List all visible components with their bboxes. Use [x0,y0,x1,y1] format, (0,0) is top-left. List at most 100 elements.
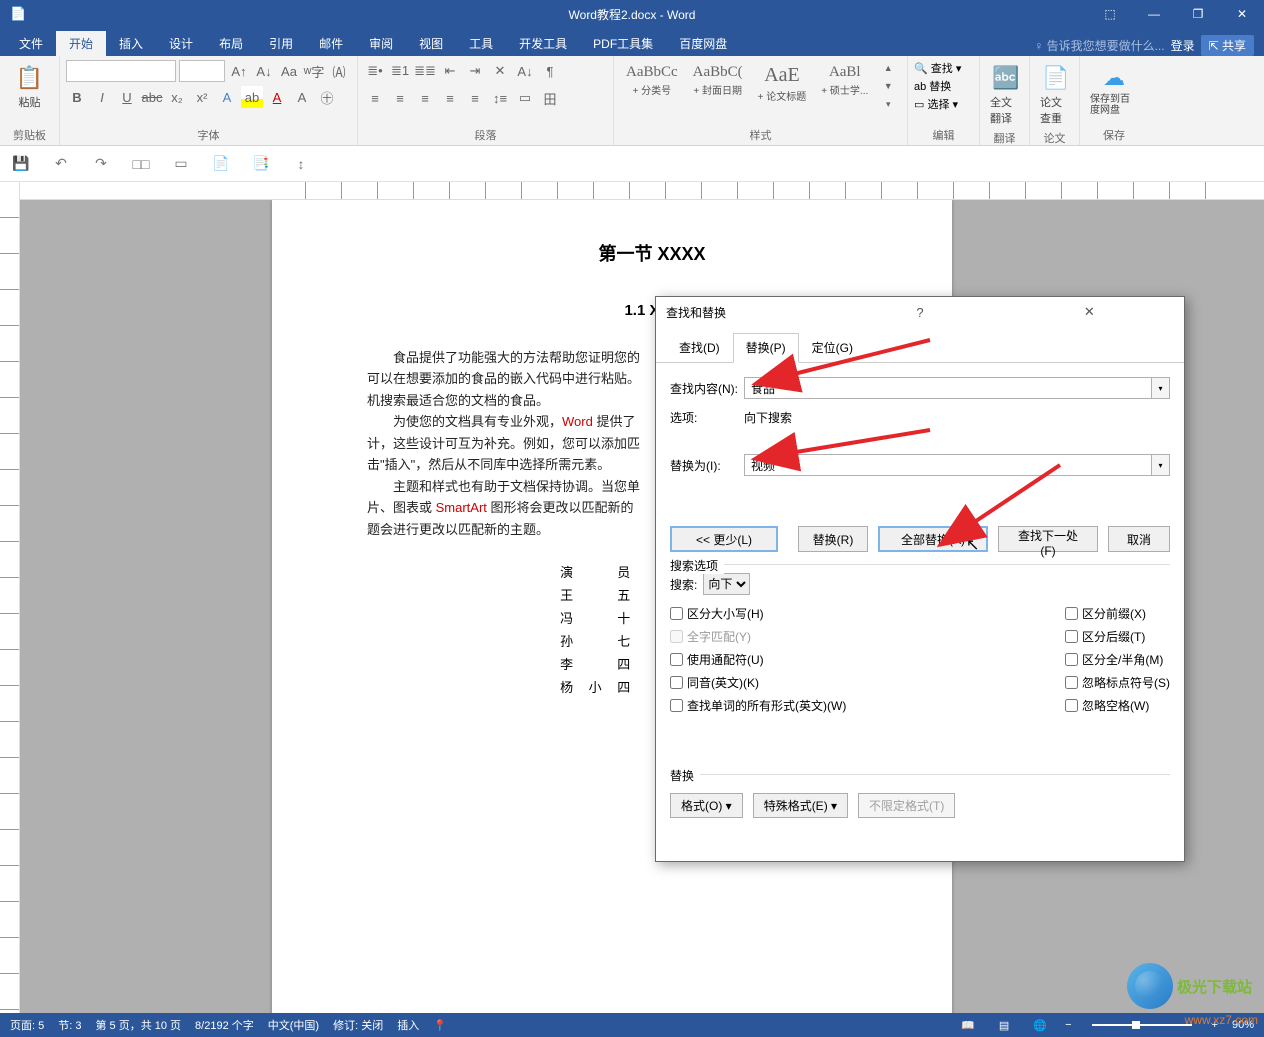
shading-button[interactable]: ▭ [514,87,536,109]
tab-baidu[interactable]: 百度网盘 [666,31,740,56]
tab-replace[interactable]: 替换(P) [733,333,799,363]
italic-button[interactable]: I [91,86,113,108]
style-item-0[interactable]: AaBbCc+ 分类号 [620,60,684,101]
style-item-2[interactable]: AaE+ 论文标题 [752,60,813,107]
qat-icon-2[interactable]: ▭ [170,153,192,175]
tab-mailings[interactable]: 邮件 [306,31,356,56]
asian-layout-button[interactable]: ✕ [489,60,511,82]
show-marks-button[interactable]: ¶ [539,60,561,82]
find-dropdown-icon[interactable]: ▾ [1152,377,1170,399]
replace-input[interactable] [744,454,1152,476]
tab-goto[interactable]: 定位(G) [799,333,866,362]
align-right-button[interactable]: ≡ [414,87,436,109]
tab-view[interactable]: 视图 [406,31,456,56]
qat-icon-1[interactable]: □□ [130,153,152,175]
chk-width[interactable]: 区分全/半角(M) [1065,651,1170,668]
font-size-select[interactable] [179,60,225,82]
replace-dropdown-icon[interactable]: ▾ [1152,454,1170,476]
tab-developer[interactable]: 开发工具 [506,31,580,56]
find-input[interactable] [744,377,1152,399]
chk-space[interactable]: 忽略空格(W) [1065,697,1170,714]
align-left-button[interactable]: ≡ [364,87,386,109]
redo-icon[interactable]: ↷ [90,153,112,175]
highlight-button[interactable]: ab [241,86,263,108]
bold-button[interactable]: B [66,86,88,108]
multilevel-button[interactable]: ≣≣ [414,60,436,82]
chk-prefix[interactable]: 区分前缀(X) [1065,605,1170,622]
less-button[interactable]: << 更少(L) [670,526,778,552]
replace-button[interactable]: ab 替换 [914,78,951,94]
zoom-out-button[interactable]: − [1065,1019,1071,1031]
numbering-button[interactable]: ≣1 [389,60,411,82]
ruler-horizontal[interactable] [20,182,1264,200]
status-insert[interactable]: 插入 [397,1017,419,1033]
dec-indent-button[interactable]: ⇤ [439,60,461,82]
distribute-button[interactable]: ≡ [464,87,486,109]
chk-wordforms[interactable]: 查找单词的所有形式(英文)(W) [670,697,846,714]
styles-down-button[interactable]: ▼ [877,78,899,94]
ribbon-options-icon[interactable]: ⬚ [1088,0,1132,28]
status-track[interactable]: 修订: 关闭 [333,1017,383,1033]
align-justify-button[interactable]: ≡ [439,87,461,109]
select-button[interactable]: ▭ 选择 ▾ [914,96,958,112]
status-page[interactable]: 页面: 5 [10,1017,44,1033]
tab-references[interactable]: 引用 [256,31,306,56]
find-next-button[interactable]: 查找下一处(F) [998,526,1098,552]
styles-more-button[interactable]: ▾ [877,96,899,112]
sort-button[interactable]: A↓ [514,60,536,82]
shrink-font-button[interactable]: A↓ [253,60,275,82]
close-button[interactable]: ✕ [1220,0,1264,28]
enclose-char-button[interactable]: ㊉ [316,86,338,108]
chk-soundslike[interactable]: 同音(英文)(K) [670,674,846,691]
superscript-button[interactable]: x² [191,86,213,108]
chk-suffix[interactable]: 区分后缀(T) [1065,628,1170,645]
find-button[interactable]: 🔍 查找 ▾ [914,60,961,76]
status-pageof[interactable]: 第 5 页，共 10 页 [95,1017,181,1033]
bullets-button[interactable]: ≣• [364,60,386,82]
tab-layout[interactable]: 布局 [206,31,256,56]
undo-icon[interactable]: ↶ [50,153,72,175]
borders-button[interactable]: 田 [539,87,561,109]
dialog-help-button[interactable]: ? [835,305,1004,320]
align-center-button[interactable]: ≡ [389,87,411,109]
maximize-button[interactable]: ❐ [1176,0,1220,28]
tell-me-search[interactable]: ♀ 告诉我您想要做什么... [1034,37,1164,54]
line-spacing-button[interactable]: ↕≡ [489,87,511,109]
underline-button[interactable]: U [116,86,138,108]
status-words[interactable]: 8/2192 个字 [195,1017,254,1033]
qat-icon-3[interactable]: 📄 [210,153,232,175]
format-button[interactable]: 格式(O) ▾ [670,793,743,818]
style-item-3[interactable]: AaBl+ 硕士学... [815,60,874,101]
grow-font-button[interactable]: A↑ [228,60,250,82]
zoom-slider[interactable] [1092,1024,1192,1026]
font-color-button[interactable]: A [266,86,288,108]
qat-icon-5[interactable]: ↕ [290,153,312,175]
search-dir-select[interactable]: 向下 [703,573,750,595]
qat-icon-4[interactable]: 📑 [250,153,272,175]
style-item-1[interactable]: AaBbC(+ 封面日期 [687,60,749,101]
cancel-button[interactable]: 取消 [1108,526,1170,552]
chk-punct[interactable]: 忽略标点符号(S) [1065,674,1170,691]
tab-home[interactable]: 开始 [56,31,106,56]
char-shading-button[interactable]: A [291,86,313,108]
lunwen-button[interactable]: 📄论文查重 [1036,60,1076,128]
special-button[interactable]: 特殊格式(E) ▾ [753,793,848,818]
paste-button[interactable]: 📋粘贴 [10,60,50,112]
minimize-button[interactable]: — [1132,0,1176,28]
tab-insert[interactable]: 插入 [106,31,156,56]
status-section[interactable]: 节: 3 [58,1017,81,1033]
styles-up-button[interactable]: ▲ [877,60,899,76]
replace-one-button[interactable]: 替换(R) [798,526,868,552]
share-button[interactable]: ⇱ 共享 [1201,35,1254,56]
inc-indent-button[interactable]: ⇥ [464,60,486,82]
clear-format-button[interactable]: 🄐 [328,60,350,82]
tab-tools[interactable]: 工具 [456,31,506,56]
dialog-close-button[interactable]: ✕ [1005,304,1174,320]
save-icon[interactable]: 💾 [10,153,32,175]
tab-file[interactable]: 文件 [6,31,56,56]
status-lang[interactable]: 中文(中国) [268,1017,319,1033]
view-read-icon[interactable]: 📖 [957,1016,979,1034]
font-name-select[interactable] [66,60,176,82]
phonetic-guide-button[interactable]: w字 [303,60,325,82]
tab-design[interactable]: 设计 [156,31,206,56]
